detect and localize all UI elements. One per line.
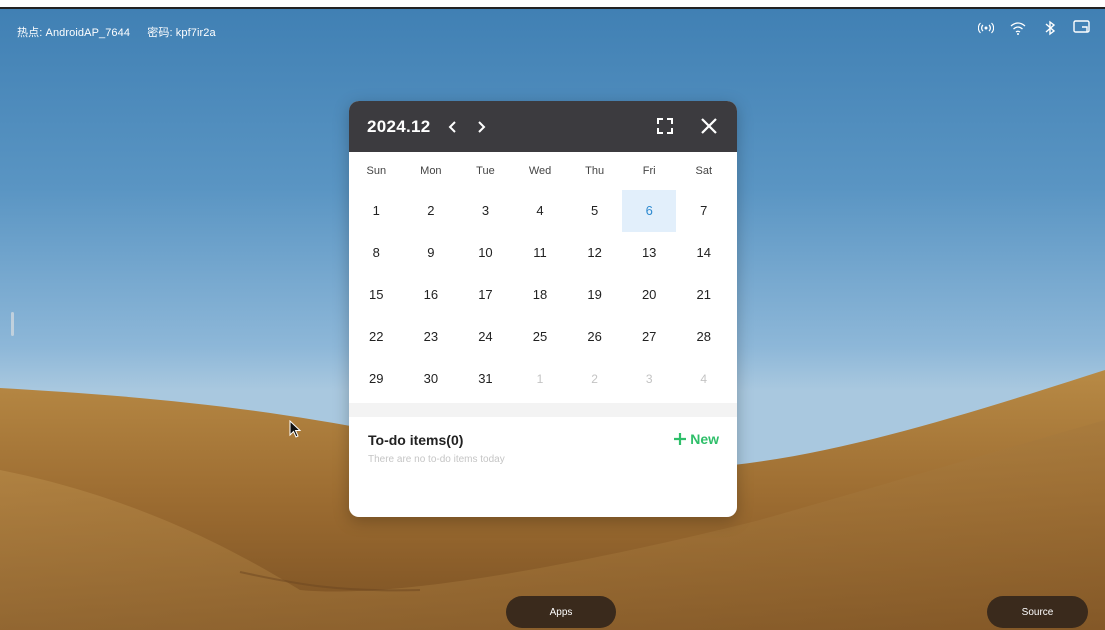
day-cell-next-month[interactable]: 2 — [567, 358, 622, 400]
new-todo-label: New — [690, 431, 719, 447]
day-cell[interactable]: 11 — [513, 232, 568, 274]
section-divider — [349, 403, 737, 417]
day-cell-next-month[interactable]: 3 — [622, 358, 677, 400]
weekday-label: Mon — [420, 165, 442, 177]
prev-month-button[interactable] — [443, 117, 463, 137]
mouse-pointer-icon — [289, 420, 302, 438]
weekday-label: Wed — [528, 165, 552, 177]
hotspot-password: 密码: kpf7ir2a — [147, 27, 216, 39]
day-cell[interactable]: 30 — [404, 358, 459, 400]
day-cell[interactable]: 16 — [404, 274, 459, 316]
wifi-icon[interactable] — [1009, 20, 1027, 36]
system-tray — [977, 20, 1091, 36]
apps-button[interactable]: Apps — [506, 596, 616, 628]
day-cell-next-month[interactable]: 1 — [513, 358, 568, 400]
calendar-month-title: 2024.12 — [367, 116, 431, 136]
new-todo-button[interactable]: New — [673, 431, 719, 447]
week-row: 1234567 — [349, 190, 737, 232]
close-icon — [701, 118, 717, 134]
day-cell[interactable]: 10 — [458, 232, 513, 274]
bluetooth-icon[interactable] — [1041, 20, 1059, 36]
day-cell[interactable]: 15 — [349, 274, 404, 316]
day-cell[interactable]: 3 — [458, 190, 513, 232]
todo-empty-message: There are no to-do items today — [368, 454, 505, 465]
weekday-header-row: Sun Mon Tue Wed Thu Fri Sat — [349, 152, 737, 190]
day-cell[interactable]: 18 — [513, 274, 568, 316]
week-row: 29 30 31 1 2 3 4 — [349, 358, 737, 400]
day-cell[interactable]: 12 — [567, 232, 622, 274]
day-cell[interactable]: 27 — [622, 316, 677, 358]
weekday-label: Tue — [476, 165, 495, 177]
day-cell[interactable]: 24 — [458, 316, 513, 358]
day-cell-next-month[interactable]: 4 — [676, 358, 731, 400]
day-cell[interactable]: 13 — [622, 232, 677, 274]
fullscreen-button[interactable] — [653, 114, 677, 138]
chevron-left-icon — [448, 120, 456, 133]
day-cell[interactable]: 31 — [458, 358, 513, 400]
source-label: Source — [1021, 606, 1054, 618]
side-drawer-handle[interactable] — [11, 312, 14, 336]
calendar-widget: 2024.12 Sun Mon Tue Wed Thu Fri Sat 1234567891… — [349, 101, 737, 517]
day-cell[interactable]: 8 — [349, 232, 404, 274]
day-cell[interactable]: 28 — [676, 316, 731, 358]
day-cell[interactable]: 2 — [404, 190, 459, 232]
todo-title: To-do items(0) — [368, 432, 464, 448]
plus-icon — [674, 433, 687, 445]
day-cell[interactable]: 25 — [513, 316, 568, 358]
day-cell[interactable]: 29 — [349, 358, 404, 400]
weekday-label: Fri — [642, 165, 656, 177]
desktop: 热点: AndroidAP_7644 密码: kpf7ir2a 2024.12 — [0, 0, 1105, 630]
screen-share-icon[interactable] — [1073, 20, 1091, 36]
day-cell[interactable]: 1 — [349, 190, 404, 232]
day-cell[interactable]: 5 — [567, 190, 622, 232]
next-month-button[interactable] — [471, 117, 491, 137]
week-row: 15 16 17 18 19 20 21 — [349, 274, 737, 316]
calendar-header: 2024.12 — [349, 101, 737, 152]
chevron-right-icon — [477, 120, 485, 133]
expand-icon — [657, 118, 673, 134]
hotspot-name: 热点: AndroidAP_7644 — [17, 27, 131, 39]
day-cell-today[interactable]: 6 — [621, 190, 677, 232]
todo-section: To-do items(0) New There are no to-do it… — [349, 417, 737, 465]
week-row: 8 9 10 11 12 13 14 — [349, 232, 737, 274]
day-cell[interactable]: 20 — [622, 274, 677, 316]
day-cell[interactable]: 17 — [458, 274, 513, 316]
weekday-label: Thu — [585, 165, 605, 177]
day-cell[interactable]: 23 — [404, 316, 459, 358]
calendar-weeks: 1 2 3 4 5 6 7 8 9 10 11 12 13 14 15 16 17 18 19 20 21 22 23 24 2… — [349, 190, 737, 400]
day-cell[interactable]: 7 — [676, 190, 731, 232]
week-row: 22 23 24 25 26 27 28 — [349, 316, 737, 358]
day-cell[interactable]: 19 — [567, 274, 622, 316]
day-cell[interactable]: 26 — [567, 316, 622, 358]
hotspot-icon[interactable] — [977, 20, 995, 36]
calendar-grid: Sun Mon Tue Wed Thu Fri Sat 1 2 3 4 5 6 7 8 9 10 11 12 13 1… — [349, 152, 737, 400]
weekday-label: Sun — [366, 165, 387, 177]
day-cell[interactable]: 14 — [676, 232, 731, 274]
apps-label: Apps — [549, 606, 573, 618]
day-cell[interactable]: 22 — [349, 316, 404, 358]
status-bar: 热点: AndroidAP_7644 密码: kpf7ir2a — [17, 24, 230, 40]
close-button[interactable] — [697, 114, 721, 138]
day-cell[interactable]: 21 — [676, 274, 731, 316]
day-cell[interactable]: 9 — [404, 232, 459, 274]
weekday-label: Sat — [695, 165, 713, 177]
source-button[interactable]: Source — [987, 596, 1088, 628]
day-cell[interactable]: 4 — [513, 190, 568, 232]
